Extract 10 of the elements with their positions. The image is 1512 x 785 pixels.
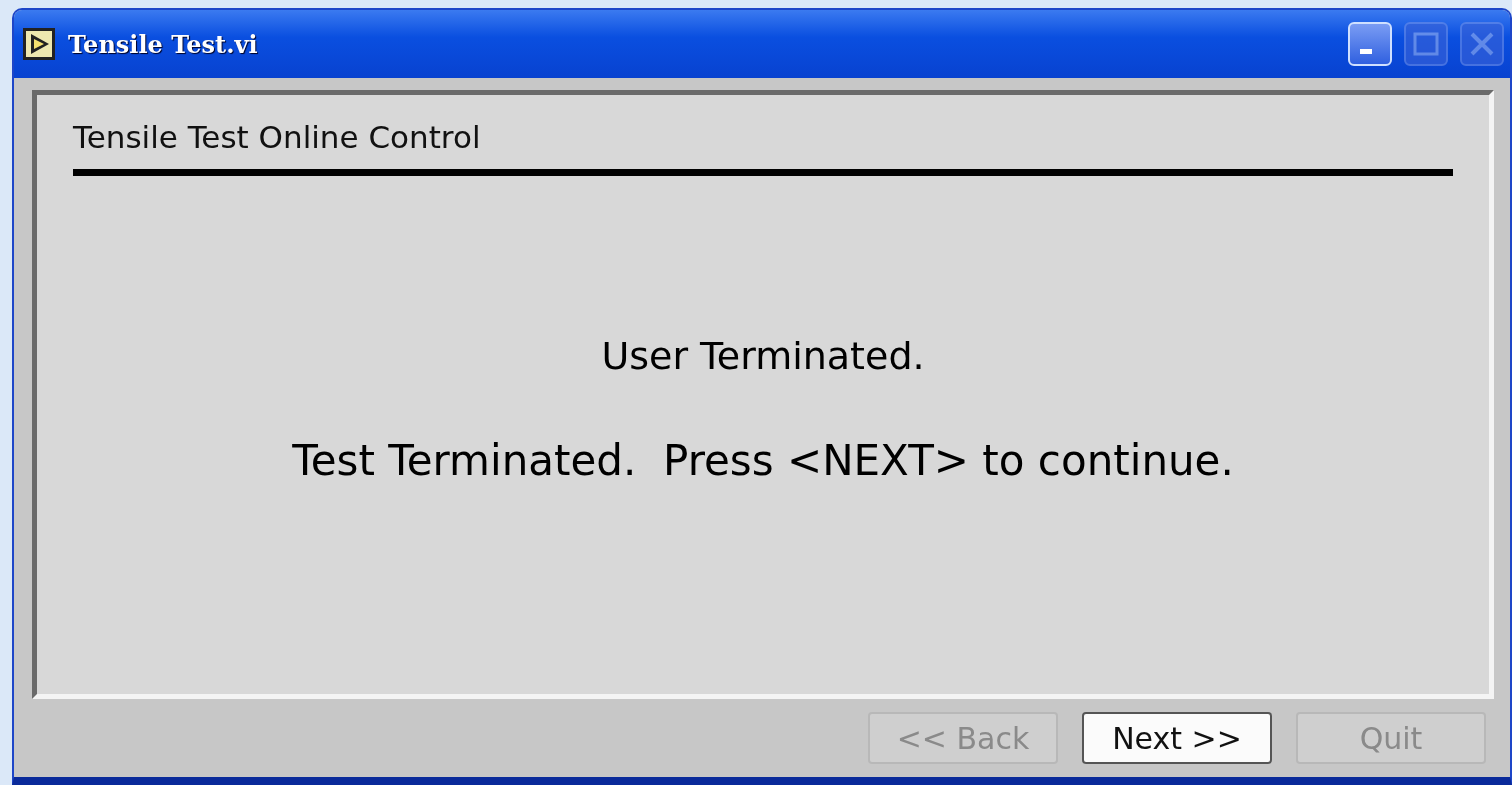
minimize-icon: [1360, 48, 1372, 54]
play-icon: [22, 27, 56, 61]
window-title: Tensile Test.vi: [68, 29, 259, 59]
status-message: User Terminated.: [601, 334, 925, 378]
status-message: Test Terminated. Press <NEXT> to continue.: [292, 436, 1234, 485]
panel-heading: Tensile Test Online Control: [73, 119, 1453, 176]
maximize-icon: [1413, 32, 1439, 56]
minimize-button[interactable]: [1348, 22, 1392, 66]
dialog-button[interactable]: Next >>: [1082, 712, 1272, 764]
close-icon: [1469, 31, 1495, 57]
